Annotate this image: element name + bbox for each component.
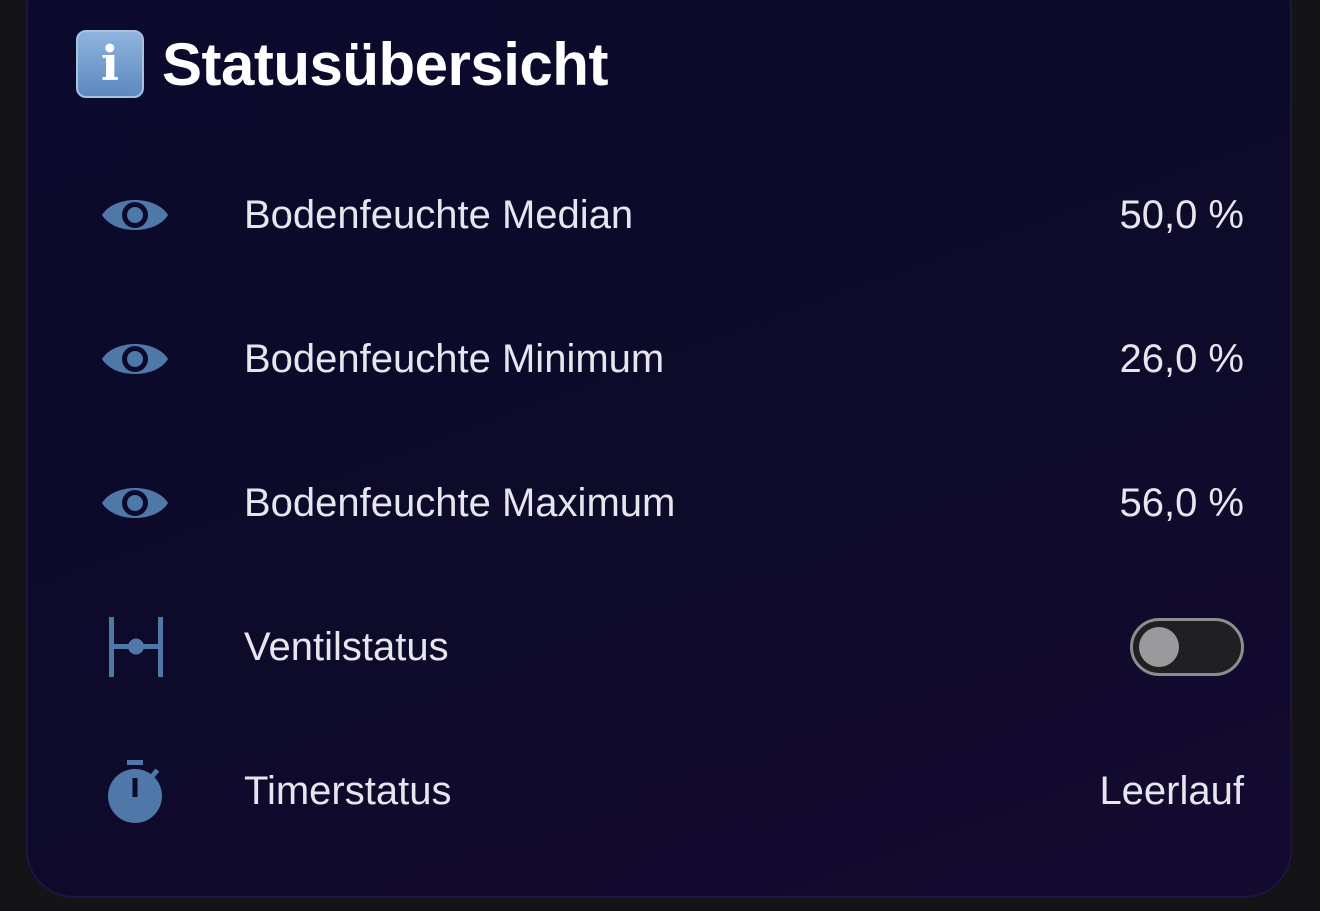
row-label: Timerstatus xyxy=(244,768,452,813)
eye-icon xyxy=(96,180,174,250)
entity-row-ventilstatus[interactable]: Ventilstatus xyxy=(96,607,1244,687)
entity-row-bodenfeuchte-median[interactable]: Bodenfeuchte Median 50,0 % xyxy=(96,175,1244,255)
row-label: Bodenfeuchte Maximum xyxy=(244,480,676,525)
row-label: Bodenfeuchte Median xyxy=(244,192,634,237)
card-header: i Statusübersicht xyxy=(76,28,608,100)
entity-row-bodenfeuchte-maximum[interactable]: Bodenfeuchte Maximum 56,0 % xyxy=(96,463,1244,543)
timer-icon xyxy=(96,756,174,826)
row-label: Bodenfeuchte Minimum xyxy=(244,336,665,381)
entity-row-timerstatus[interactable]: Timerstatus Leerlauf xyxy=(96,751,1244,831)
info-icon: i xyxy=(76,30,144,98)
card-title: Statusübersicht xyxy=(162,30,608,98)
entity-row-bodenfeuchte-minimum[interactable]: Bodenfeuchte Minimum 26,0 % xyxy=(96,319,1244,399)
valve-toggle[interactable] xyxy=(1130,618,1244,676)
eye-icon xyxy=(96,468,174,538)
valve-icon xyxy=(96,612,174,682)
eye-icon xyxy=(96,324,174,394)
toggle-knob xyxy=(1139,627,1179,667)
row-value: Leerlauf xyxy=(1099,768,1244,813)
row-value: 56,0 % xyxy=(1119,480,1244,525)
row-value: 50,0 % xyxy=(1119,192,1244,237)
row-value: 26,0 % xyxy=(1119,336,1244,381)
row-label: Ventilstatus xyxy=(244,624,449,669)
